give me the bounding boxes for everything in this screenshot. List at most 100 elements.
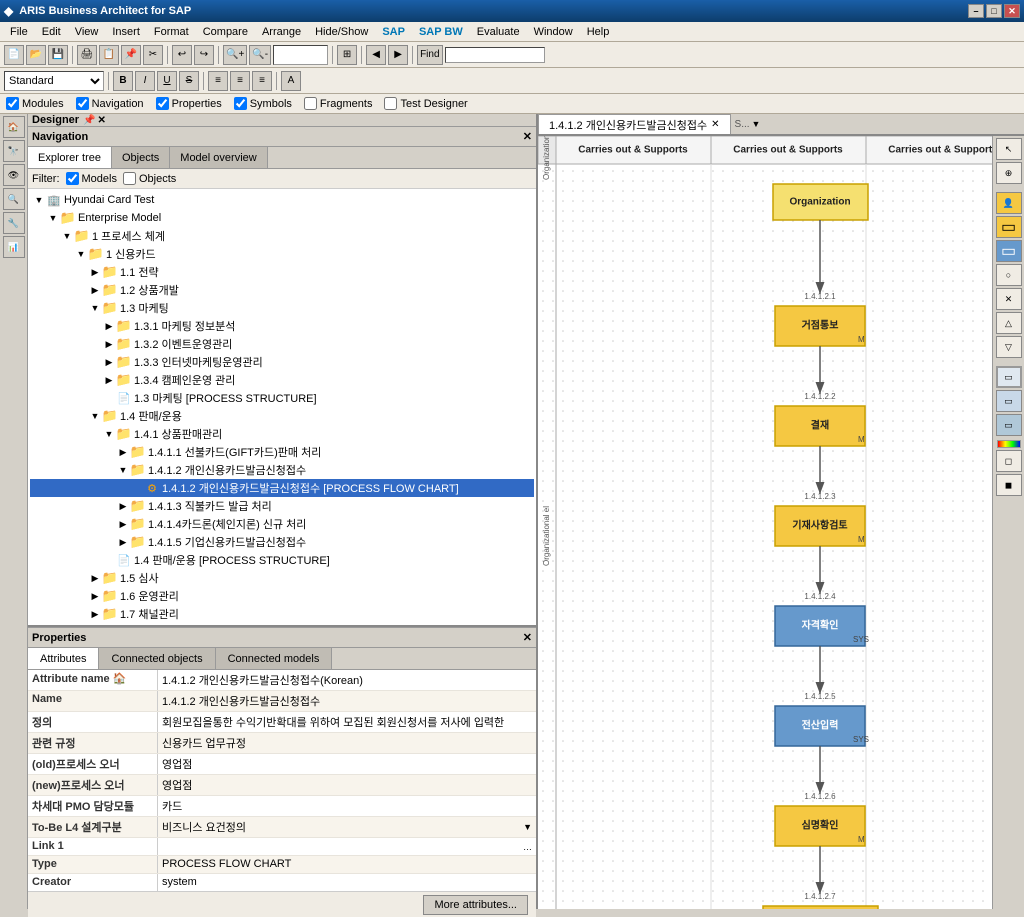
tree-item-1-4-1-2[interactable]: ▼ 📁 1.4.1.2 개인신용카드발금신청접수	[30, 461, 534, 479]
palette-shape4[interactable]: ◼	[996, 474, 1022, 496]
tab-diagram-main[interactable]: 1.4.1.2 개인신용카드발금신청접수 ✕	[538, 114, 731, 134]
menu-evaluate[interactable]: Evaluate	[471, 24, 526, 40]
underline-btn[interactable]: U	[157, 71, 177, 91]
tab-objects[interactable]: Objects	[112, 147, 170, 168]
view-btn[interactable]: 👁	[3, 164, 25, 186]
diagram-tab-close[interactable]: ✕	[711, 119, 719, 130]
tree-item-1-3-ps[interactable]: ▶ 📄 1.3 마케팅 [PROCESS STRUCTURE]	[30, 389, 534, 407]
palette-arrow[interactable]: ↖	[996, 138, 1022, 160]
tab-attributes[interactable]: Attributes	[28, 648, 99, 669]
tree-item-1-3-3[interactable]: ▶ 📁 1.3.3 인터넷마케팅운영관리	[30, 353, 534, 371]
palette-rect2[interactable]: ▭	[996, 390, 1022, 412]
properties-toggle[interactable]: Properties	[156, 97, 222, 110]
align-center-btn[interactable]: ≡	[230, 71, 250, 91]
tab-model-overview[interactable]: Model overview	[170, 147, 267, 168]
expander-1-5[interactable]: ▶	[88, 571, 102, 585]
expander-credit-card[interactable]: ▼	[74, 247, 88, 261]
tree-item-1-4-1-1[interactable]: ▶ 📁 1.4.1.1 선불카드(GIFT카드)판매 처리	[30, 443, 534, 461]
expander-1-4-1-2[interactable]: ▼	[116, 463, 130, 477]
expander-1-7[interactable]: ▶	[88, 607, 102, 621]
save-btn[interactable]: 💾	[48, 45, 68, 65]
tree-item-1-4-1[interactable]: ▼ 📁 1.4.1 상품판매관리	[30, 425, 534, 443]
explore-btn[interactable]: 🔭	[3, 140, 25, 162]
expander-process-system[interactable]: ▼	[60, 229, 74, 243]
tree-item-1-1[interactable]: ▶ 📁 1.1 전략	[30, 263, 534, 281]
expander-1-3[interactable]: ▼	[88, 301, 102, 315]
find-btn[interactable]: Find	[417, 45, 442, 65]
tree-item-1-4-ps[interactable]: ▶ 📄 1.4 판매/운용 [PROCESS STRUCTURE]	[30, 551, 534, 569]
fragments-checkbox[interactable]	[304, 97, 317, 110]
redo-btn[interactable]: ↪	[194, 45, 214, 65]
modules-checkbox[interactable]	[6, 97, 19, 110]
menu-insert[interactable]: Insert	[106, 24, 146, 40]
tree-item-1-3-4[interactable]: ▶ 📁 1.3.4 캠페인운영 관리	[30, 371, 534, 389]
designer-close[interactable]: ✕	[98, 115, 106, 126]
new-btn[interactable]: 📄	[4, 45, 24, 65]
menu-window[interactable]: Window	[528, 24, 579, 40]
navigation-toggle[interactable]: Navigation	[76, 97, 144, 110]
zoom-out-btn[interactable]: 🔍-	[249, 45, 271, 65]
designer-pin[interactable]: 📌	[83, 115, 95, 126]
palette-color-bar[interactable]	[997, 440, 1021, 448]
copy-btn[interactable]: 📋	[99, 45, 119, 65]
tree-item-1-3[interactable]: ▼ 📁 1.3 마케팅	[30, 299, 534, 317]
expander-1-6[interactable]: ▶	[88, 589, 102, 603]
paste-btn[interactable]: 📌	[121, 45, 141, 65]
tree-item-credit-card[interactable]: ▼ 📁 1 신용카드	[30, 245, 534, 263]
menu-compare[interactable]: Compare	[197, 24, 254, 40]
fragments-toggle[interactable]: Fragments	[304, 97, 373, 110]
modules-toggle[interactable]: Modules	[6, 97, 64, 110]
more-attributes-button[interactable]: More attributes...	[423, 895, 528, 915]
cut-btn[interactable]: ✂	[143, 45, 163, 65]
home-btn[interactable]: 🏠	[3, 116, 25, 138]
expander-1-3-2[interactable]: ▶	[102, 337, 116, 351]
expander-1-4-1-4[interactable]: ▶	[116, 517, 130, 531]
diagram-area[interactable]: Organizational el Carries out & Supports…	[538, 136, 1024, 909]
expander-1-1[interactable]: ▶	[88, 265, 102, 279]
tree-item-1-7[interactable]: ▶ 📁 1.7 채널관리	[30, 605, 534, 623]
menu-hideshow[interactable]: Hide/Show	[309, 24, 374, 40]
maximize-button[interactable]: □	[986, 4, 1002, 18]
tab-explorer-tree[interactable]: Explorer tree	[28, 147, 112, 168]
tools-btn[interactable]: 🔧	[3, 212, 25, 234]
symbols-checkbox[interactable]	[234, 97, 247, 110]
palette-rect3[interactable]: ▭	[996, 414, 1022, 436]
s-panel-arrow[interactable]: ▼	[752, 119, 761, 129]
palette-shape2[interactable]: ▭	[996, 240, 1022, 262]
zoom-in-btn[interactable]: 🔍+	[223, 45, 247, 65]
nav-close[interactable]: ✕	[523, 130, 532, 143]
expander-1-3-3[interactable]: ▶	[102, 355, 116, 369]
navigation-checkbox[interactable]	[76, 97, 89, 110]
palette-arrow-up[interactable]: △	[996, 312, 1022, 334]
minimize-button[interactable]: –	[968, 4, 984, 18]
expander-1-3-4[interactable]: ▶	[102, 373, 116, 387]
nav-fwd-btn[interactable]: ▶	[388, 45, 408, 65]
menu-format[interactable]: Format	[148, 24, 195, 40]
tab-connected-objects[interactable]: Connected objects	[99, 648, 215, 669]
font-size-btn[interactable]: A	[281, 71, 301, 91]
tree-item-1-3-2[interactable]: ▶ 📁 1.3.2 이벤트운영관리	[30, 335, 534, 353]
props-close[interactable]: ✕	[523, 631, 532, 644]
menu-file[interactable]: File	[4, 24, 34, 40]
expander-1-2[interactable]: ▶	[88, 283, 102, 297]
filter-models[interactable]: Models	[66, 172, 117, 185]
nav-back-btn[interactable]: ◀	[366, 45, 386, 65]
italic-btn[interactable]: I	[135, 71, 155, 91]
print-btn[interactable]: 🖨	[77, 45, 97, 65]
expander-1-4-1-1[interactable]: ▶	[116, 445, 130, 459]
tree-item-1-6[interactable]: ▶ 📁 1.6 운영관리	[30, 587, 534, 605]
properties-checkbox[interactable]	[156, 97, 169, 110]
align-right-btn[interactable]: ≡	[252, 71, 272, 91]
bold-btn[interactable]: B	[113, 71, 133, 91]
zoom-input[interactable]: 90 %	[273, 45, 328, 65]
tree-item-1-3-1[interactable]: ▶ 📁 1.3.1 마케팅 정보분석	[30, 317, 534, 335]
tree-item-1-4-1-4[interactable]: ▶ 📁 1.4.1.4카드론(체인지론) 신규 처리	[30, 515, 534, 533]
tree-item-1-4-1-2-pfc[interactable]: ▶ ⚙ 1.4.1.2 개인신용카드발금신청접수 [PROCESS FLOW C…	[30, 479, 534, 497]
tree-item-1-4-1-3[interactable]: ▶ 📁 1.4.1.3 직불카드 발급 처리	[30, 497, 534, 515]
style-select[interactable]: Standard	[4, 71, 104, 91]
expander-1-4-1-5[interactable]: ▶	[116, 535, 130, 549]
expander-1-3-1[interactable]: ▶	[102, 319, 116, 333]
tree-item-enterprise[interactable]: ▼ 📁 Enterprise Model	[30, 209, 534, 227]
tree-item-1-4[interactable]: ▼ 📁 1.4 판매/운용	[30, 407, 534, 425]
palette-rect1[interactable]: ▭	[996, 366, 1022, 388]
